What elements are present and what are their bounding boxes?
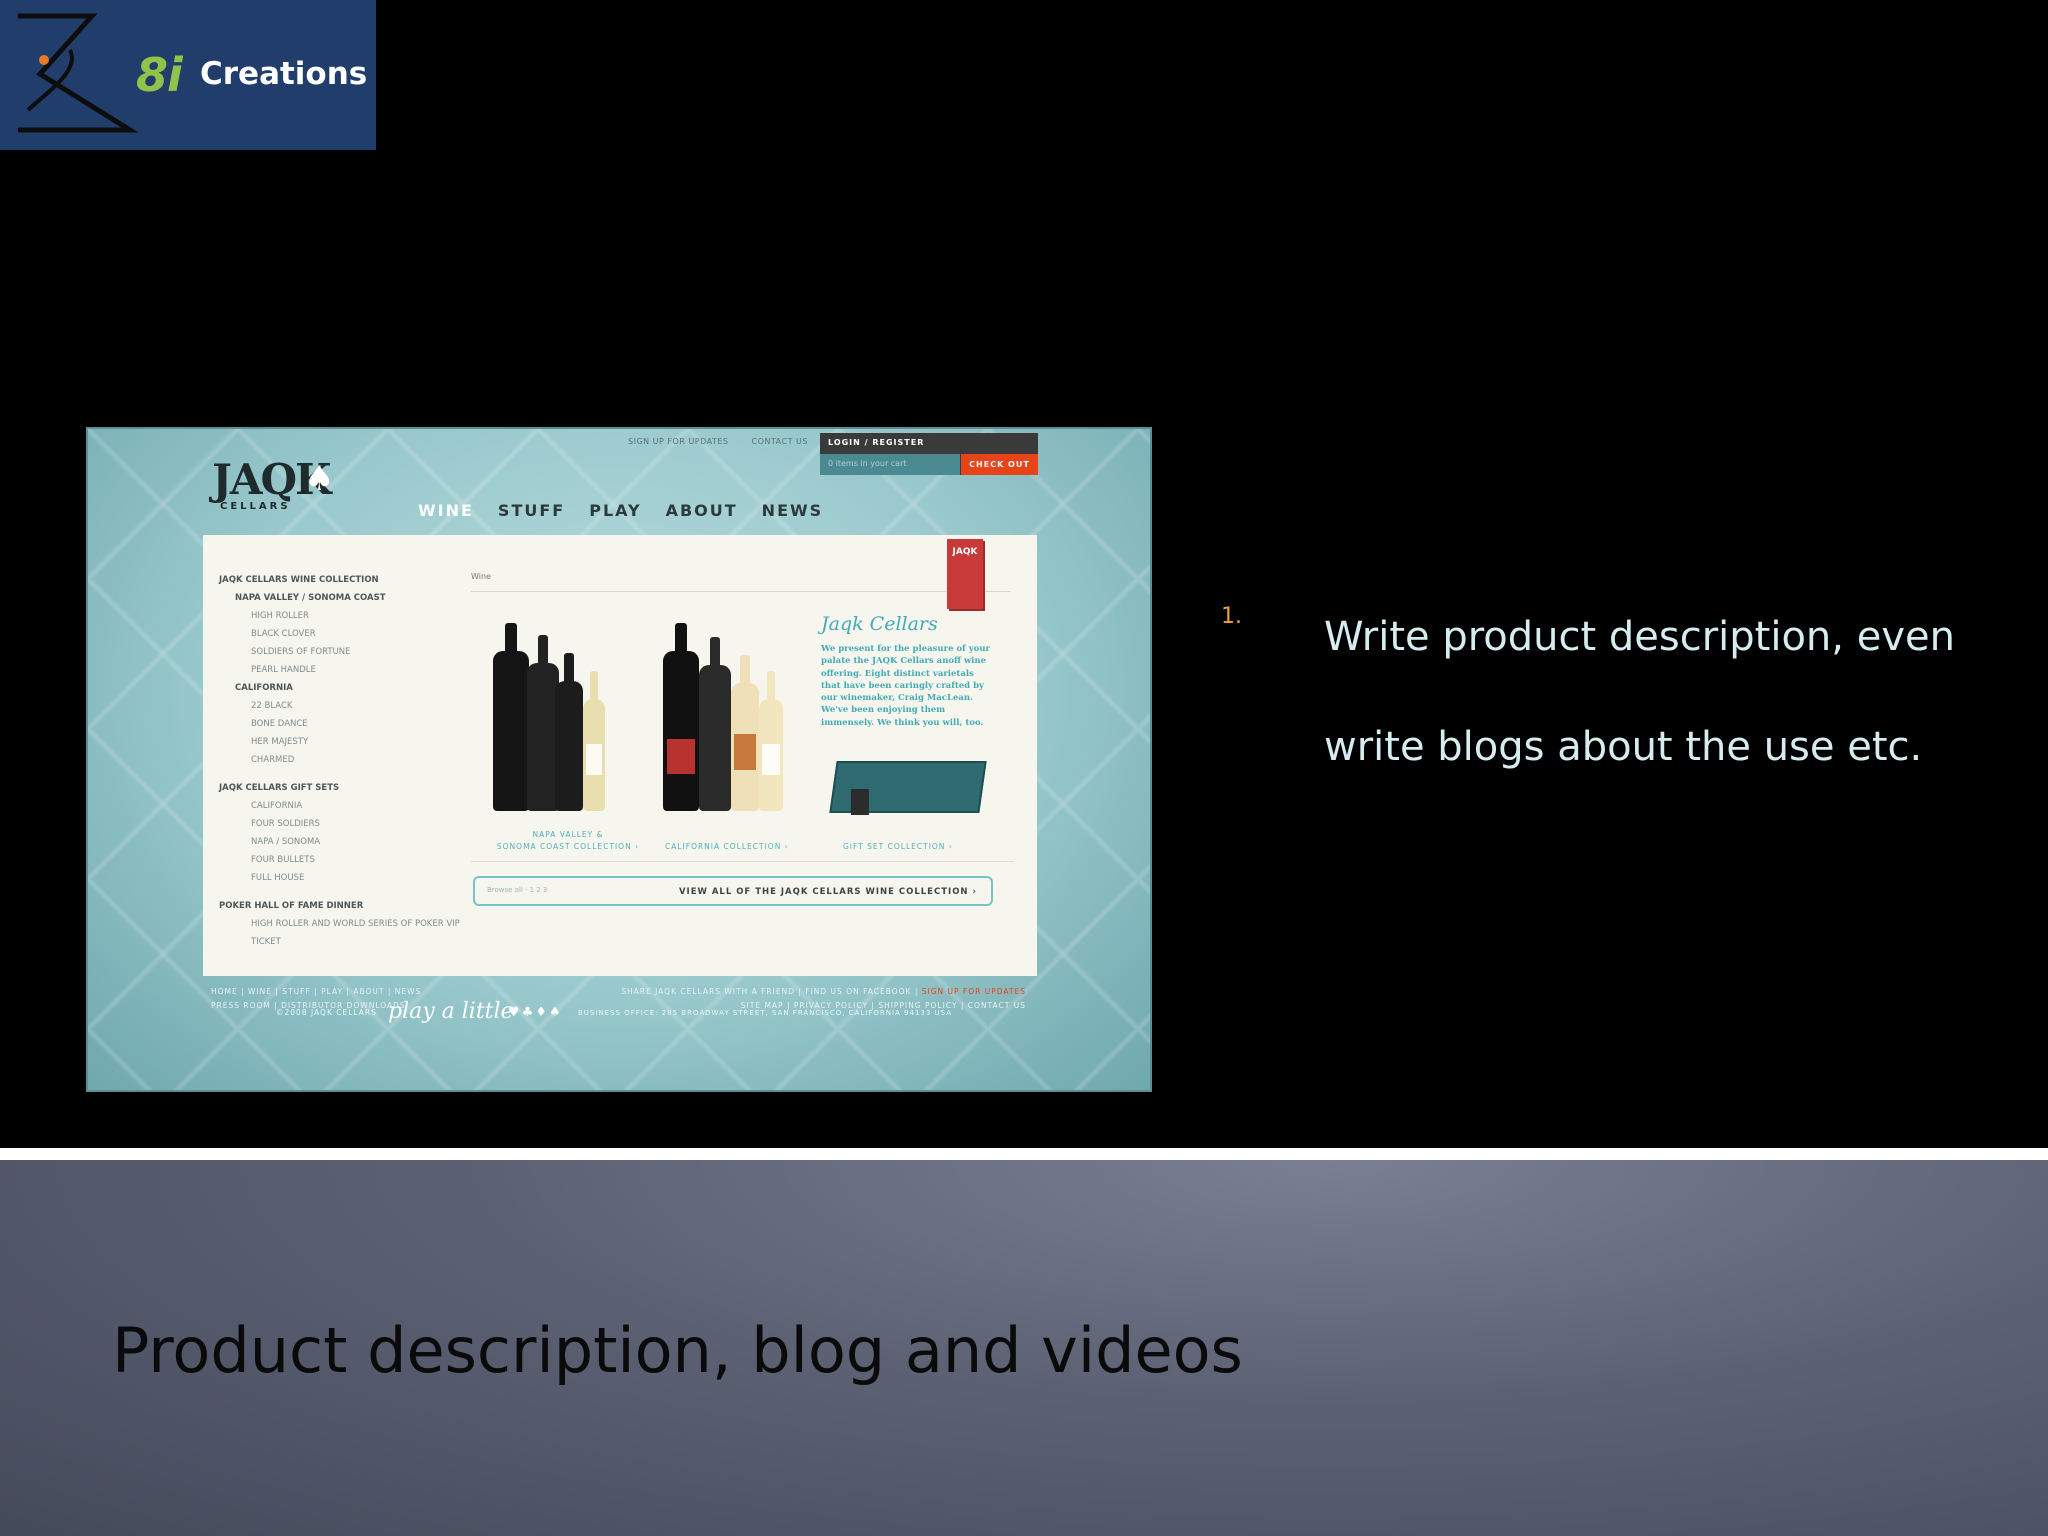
jaqk-website-screenshot: SIGN UP FOR UPDATES CONTACT US LOGIN / R… [86,427,1152,1092]
card-suits-icon: ♥♣♦♠ [508,1005,563,1020]
category-list: JAQK CELLARS WINE COLLECTION NAPA VALLEY … [219,571,469,951]
bottle [493,623,529,811]
divider [471,591,1011,592]
contact-link[interactable]: CONTACT US [752,437,808,446]
logo-wordmark: Creations [200,56,368,92]
category-item[interactable]: CHARMED [219,751,469,769]
gift-box-image[interactable] [829,761,987,815]
category-item[interactable]: FOUR SOLDIERS [219,815,469,833]
divider [471,861,1013,862]
slide-title: Product description, blog and videos [112,1314,1243,1387]
category-item[interactable]: FULL HOUSE [219,869,469,887]
spade-icon: ♠ [304,459,335,499]
bottle [699,637,731,811]
login-cart-box: LOGIN / REGISTER 0 items in your cart CH… [820,433,1038,475]
footer-tagline: play a little [388,999,514,1024]
signup-link[interactable]: SIGN UP FOR UPDATES [628,437,728,446]
content-panel: JAQK CELLARS WINE COLLECTION NAPA VALLEY … [203,535,1037,976]
nav-wine[interactable]: WINE [418,501,474,520]
nav-play[interactable]: PLAY [589,501,641,520]
breadcrumb[interactable]: Wine [471,572,491,581]
category-item[interactable]: NAPA VALLEY / SONOMA COAST [219,589,469,607]
california-collection-bottles[interactable] [663,611,803,811]
nav-news[interactable]: NEWS [762,501,824,520]
company-logo: 8i Creations [0,0,376,150]
footer-links-line1: SHARE JAQK CELLARS WITH A FRIEND | FIND … [621,987,919,996]
view-all-label: VIEW ALL OF THE JAQK CELLARS WINE COLLEC… [678,887,977,897]
napa-collection-bottles[interactable] [493,611,623,811]
jaqk-cellars-heading: Jaqk Cellars [821,613,938,635]
login-register-link[interactable]: LOGIN / REGISTER [828,438,924,447]
bottle [555,653,583,811]
category-item[interactable]: SOLDIERS OF FORTUNE [219,643,469,661]
gift-set-collection-link[interactable]: GIFT SET COLLECTION › [843,841,953,853]
main-nav: WINE STUFF PLAY ABOUT NEWS [418,501,823,520]
california-collection-link[interactable]: CALIFORNIA COLLECTION › [665,841,789,853]
category-item[interactable]: JAQK CELLARS GIFT SETS [219,779,469,797]
cart-bar[interactable]: 0 items in your cart [820,454,960,475]
bullet-text: Write product description, even write bl… [1324,614,1955,770]
playing-card-icon [850,789,869,815]
nav-stuff[interactable]: STUFF [498,501,565,520]
bullet-number: 1. [1221,604,1242,629]
bottle [731,655,759,811]
category-item[interactable]: PEARL HANDLE [219,661,469,679]
hourglass-logo-icon [18,13,139,133]
footer-copyright: ©2008 JAQK CELLARS [276,1008,377,1017]
category-item[interactable]: BONE DANCE [219,715,469,733]
checkout-button[interactable]: CHECK OUT [961,454,1038,475]
category-item[interactable]: HIGH ROLLER AND WORLD SERIES OF POKER VI… [219,915,469,933]
footer-address: BUSINESS OFFICE: 285 BROADWAY STREET, SA… [578,1009,953,1017]
category-item[interactable]: POKER HALL OF FAME DINNER [219,897,469,915]
category-item[interactable]: NAPA / SONOMA [219,833,469,851]
jaqk-brand-logo[interactable]: JAQK CELLARS ♠ [212,459,334,513]
top-links: SIGN UP FOR UPDATES CONTACT US [628,437,828,446]
bottle [663,623,699,811]
napa-collection-line1: NAPA VALLEY & [532,830,604,839]
bottle [583,671,605,811]
footer-signup-link[interactable]: SIGN UP FOR UPDATES [918,987,1026,996]
napa-collection-line2: SONOMA COAST COLLECTION › [496,842,640,851]
jaqk-cellars-description: We present for the pleasure of your pala… [821,644,990,728]
category-item[interactable]: CALIFORNIA [219,797,469,815]
logo-mark-8i: 8i [136,48,183,102]
jaqk-badge: JAQK [947,539,983,609]
cart-status: 0 items in your cart [828,459,907,468]
view-all-hint: Browse all · 1 2 3 [487,886,548,894]
category-item[interactable]: BLACK CLOVER [219,625,469,643]
category-item[interactable]: CALIFORNIA [219,679,469,697]
category-item[interactable]: 22 BLACK [219,697,469,715]
view-all-collection-button[interactable]: Browse all · 1 2 3 VIEW ALL OF THE JAQK … [473,876,993,906]
category-item[interactable]: TICKET [219,933,469,951]
bottle [759,671,783,811]
category-item[interactable]: HIGH ROLLER [219,607,469,625]
napa-collection-link[interactable]: NAPA VALLEY & SONOMA COAST COLLECTION › [473,829,663,853]
nav-about[interactable]: ABOUT [666,501,738,520]
category-item[interactable]: HER MAJESTY [219,733,469,751]
category-item[interactable]: JAQK CELLARS WINE COLLECTION [219,571,469,589]
category-item[interactable]: FOUR BULLETS [219,851,469,869]
divider-rule [0,1148,2048,1160]
footer-nav-line1: HOME | WINE | STUFF | PLAY | ABOUT | NEW… [211,987,422,996]
